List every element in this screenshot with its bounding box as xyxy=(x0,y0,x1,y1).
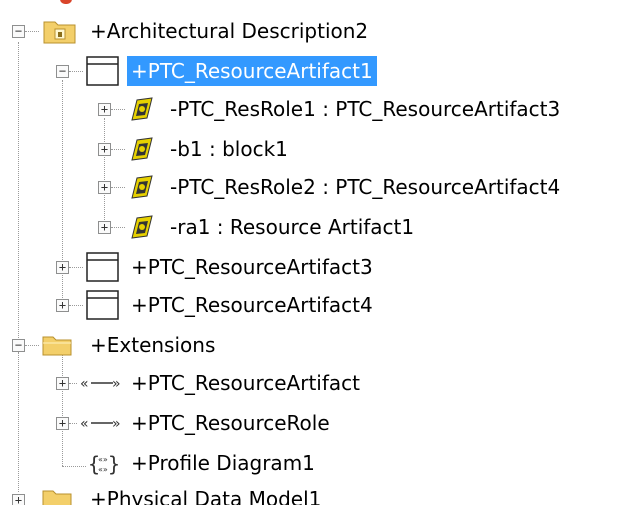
tree-item-label: +PTC_ResourceArtifact4 xyxy=(131,293,373,317)
tree-item-label: +PTC_ResourceArtifact xyxy=(131,371,360,395)
expand-toggle[interactable]: + xyxy=(56,299,69,312)
svg-text:«»: «» xyxy=(98,465,108,474)
tree-item-stereotype-ptc-resourceartifact[interactable]: + «» +PTC_ResourceArtifact xyxy=(0,364,628,402)
expand-toggle[interactable]: + xyxy=(98,143,111,156)
tree-item-part-ra1[interactable]: + -ra1 : Resource Artifact1 xyxy=(0,208,628,246)
svg-text:«: « xyxy=(80,376,89,392)
tree-item-label: -PTC_ResRole2 : PTC_ResourceArtifact4 xyxy=(170,175,561,199)
tree-item-ptc-resourceartifact3[interactable]: + +PTC_ResourceArtifact3 xyxy=(0,248,628,286)
folder-icon xyxy=(42,334,72,361)
collapse-toggle[interactable]: − xyxy=(12,339,25,352)
tree-item-label: +Physical Data Model1 xyxy=(90,487,322,505)
collapse-toggle[interactable]: − xyxy=(56,65,69,78)
part-property-icon xyxy=(128,214,154,245)
svg-text:}: } xyxy=(108,452,120,476)
model-tree: − +Architectural Description2 − +PTC_Res… xyxy=(0,0,628,505)
expand-toggle[interactable]: + xyxy=(56,261,69,274)
tree-item-label: +Profile Diagram1 xyxy=(131,451,315,475)
tree-item-ptc-resourceartifact1[interactable]: − +PTC_ResourceArtifact1 xyxy=(0,52,628,90)
tree-item-label: -ra1 : Resource Artifact1 xyxy=(170,215,415,239)
tree-item-label: +Architectural Description2 xyxy=(90,19,369,43)
folder-package-icon xyxy=(43,18,77,49)
part-property-icon xyxy=(128,96,154,127)
expand-toggle[interactable]: + xyxy=(12,494,25,505)
part-property-icon xyxy=(128,136,154,167)
expand-toggle[interactable]: + xyxy=(98,221,111,234)
tree-item-label: +PTC_ResourceRole xyxy=(131,411,330,435)
stereotype-icon: «» xyxy=(80,373,124,398)
tree-item-part-b1[interactable]: + -b1 : block1 xyxy=(0,130,628,168)
svg-text:«: « xyxy=(80,416,89,432)
svg-text:»: » xyxy=(112,376,121,392)
tree-item-ptc-resourceartifact4[interactable]: + +PTC_ResourceArtifact4 xyxy=(0,286,628,324)
tree-item-label: -b1 : block1 xyxy=(170,137,288,161)
tree-item-label: -PTC_ResRole1 : PTC_ResourceArtifact3 xyxy=(170,97,561,121)
tree-item-physical-data-model1[interactable]: + +Physical Data Model1 xyxy=(0,482,628,505)
class-box-icon xyxy=(86,56,120,91)
tree-item-profile-diagram1[interactable]: {} «» «» +Profile Diagram1 xyxy=(0,444,628,482)
stereotype-icon: «» xyxy=(80,413,124,438)
tree-item-part-ptc-resrole1[interactable]: + -PTC_ResRole1 : PTC_ResourceArtifact3 xyxy=(0,90,628,128)
expand-toggle[interactable]: + xyxy=(98,103,111,116)
class-box-icon xyxy=(86,290,120,325)
part-property-icon xyxy=(128,174,154,205)
partial-icon xyxy=(60,0,72,4)
expand-toggle[interactable]: + xyxy=(56,417,69,430)
collapse-toggle[interactable]: − xyxy=(12,25,25,38)
tree-item-architectural-description[interactable]: − +Architectural Description2 xyxy=(0,12,628,50)
expand-toggle[interactable]: + xyxy=(56,377,69,390)
tree-item-part-ptc-resrole2[interactable]: + -PTC_ResRole2 : PTC_ResourceArtifact4 xyxy=(0,168,628,206)
tree-item-extensions[interactable]: − +Extensions xyxy=(0,326,628,364)
folder-icon xyxy=(42,488,72,505)
expand-toggle[interactable]: + xyxy=(98,181,111,194)
svg-text:»: » xyxy=(112,416,121,432)
svg-text:«»: «» xyxy=(98,455,108,464)
tree-item-label: +PTC_ResourceArtifact1 xyxy=(127,56,377,86)
tree-item-label: +Extensions xyxy=(90,333,216,357)
tree-item-stereotype-ptc-resourcerole[interactable]: + «» +PTC_ResourceRole xyxy=(0,404,628,442)
tree-item-label: +PTC_ResourceArtifact3 xyxy=(131,255,373,279)
profile-diagram-icon: {} «» «» xyxy=(88,451,120,482)
class-box-icon xyxy=(86,252,120,287)
